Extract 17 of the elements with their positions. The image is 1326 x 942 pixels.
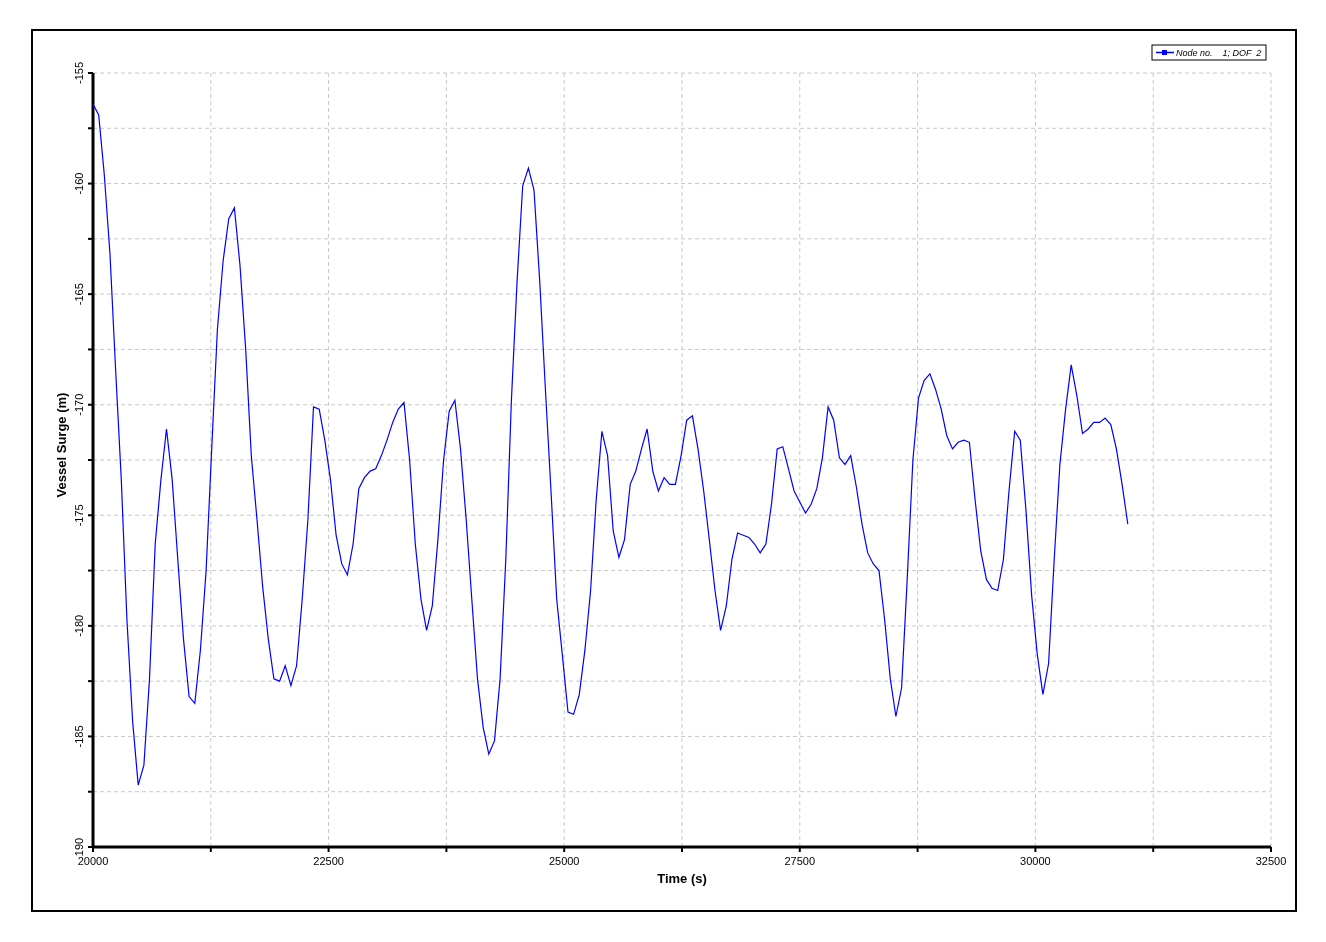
y-tick-label: -165 bbox=[73, 283, 85, 306]
y-tick-label: -175 bbox=[73, 504, 85, 527]
y-axis-title: Vessel Surge (m) bbox=[54, 392, 69, 498]
y-tick-label: -185 bbox=[73, 725, 85, 748]
x-tick-label: 30000 bbox=[1020, 855, 1051, 867]
y-tick-label: 190 bbox=[73, 837, 85, 857]
x-tick-label: 25000 bbox=[548, 855, 580, 867]
y-tick-label: -180 bbox=[73, 614, 85, 637]
legend-label: Node no. 1; DOF 2 bbox=[1176, 48, 1262, 58]
x-tick-label: 27500 bbox=[784, 855, 816, 867]
y-tick-label: -160 bbox=[73, 172, 85, 195]
x-axis-title: Time (s) bbox=[657, 871, 707, 886]
x-tick-label: 32500 bbox=[1255, 855, 1287, 867]
y-tick-label: -155 bbox=[73, 62, 85, 84]
y-tick-label: -170 bbox=[73, 393, 85, 416]
x-tick-label: 20000 bbox=[77, 855, 109, 867]
x-tick-label: 22500 bbox=[313, 855, 344, 867]
